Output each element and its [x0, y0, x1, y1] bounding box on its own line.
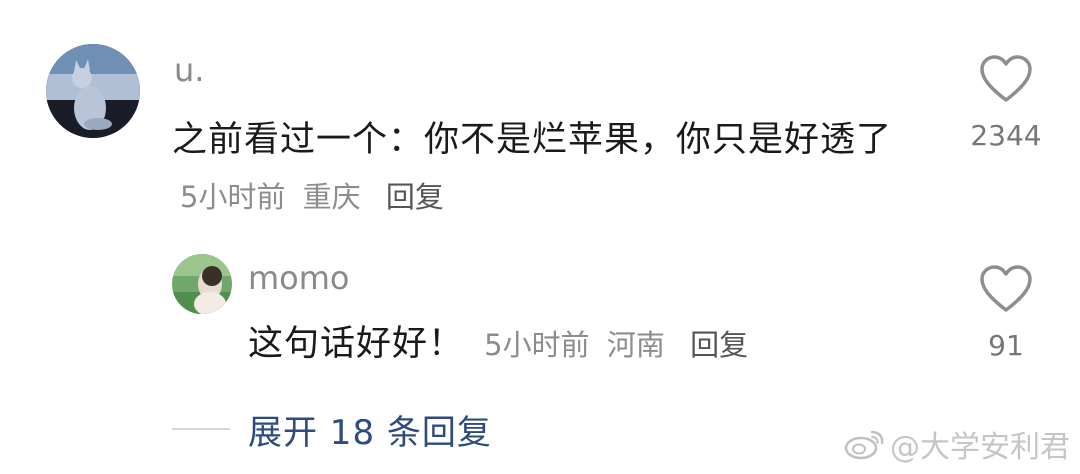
reply-body: 这句话好好！ 5小时前 河南 回复: [248, 316, 748, 373]
avatar[interactable]: [46, 44, 140, 138]
comment-body: 之前看过一个：你不是烂苹果，你只是好透了 5小时前 重庆 回复: [172, 112, 912, 225]
weibo-logo-icon: [844, 430, 884, 460]
reply-username[interactable]: momo: [248, 262, 350, 294]
comment-username[interactable]: u.: [174, 54, 204, 86]
like-count: 2344: [970, 119, 1042, 152]
heart-outline-icon: [980, 265, 1032, 312]
reply-meta: 5小时前 河南 回复: [476, 328, 748, 362]
expand-replies-row[interactable]: 展开 18 条回复: [172, 404, 492, 454]
heart-outline-icon: [980, 55, 1032, 102]
cat-avatar-image: [46, 44, 140, 138]
expand-replies-link[interactable]: 展开 18 条回复: [248, 405, 492, 454]
avatar[interactable]: [172, 254, 232, 314]
reply-text: 这句话好好！: [248, 324, 465, 364]
comment-location: 重庆: [302, 180, 361, 214]
comment-time: 5小时前: [180, 180, 286, 214]
comment-thread: u. 之前看过一个：你不是烂苹果，你只是好透了 5小时前 重庆 回复 2344 …: [0, 0, 1080, 474]
reply-button[interactable]: 回复: [690, 328, 748, 362]
reply-location: 河南: [606, 328, 665, 362]
watermark-text: @大学安利君: [890, 430, 1070, 465]
comment-text: 之前看过一个：你不是烂苹果，你只是好透了: [172, 120, 893, 160]
like-count: 91: [988, 329, 1024, 362]
comment-meta: 5小时前 重庆 回复: [172, 180, 444, 214]
girl-avatar-image: [172, 254, 232, 314]
like-button[interactable]: 91: [966, 264, 1046, 360]
reply-time: 5小时前: [484, 328, 590, 362]
watermark: @大学安利君: [844, 422, 1070, 466]
like-button[interactable]: 2344: [966, 54, 1046, 150]
reply-button[interactable]: 回复: [386, 180, 444, 214]
divider: [172, 428, 230, 430]
